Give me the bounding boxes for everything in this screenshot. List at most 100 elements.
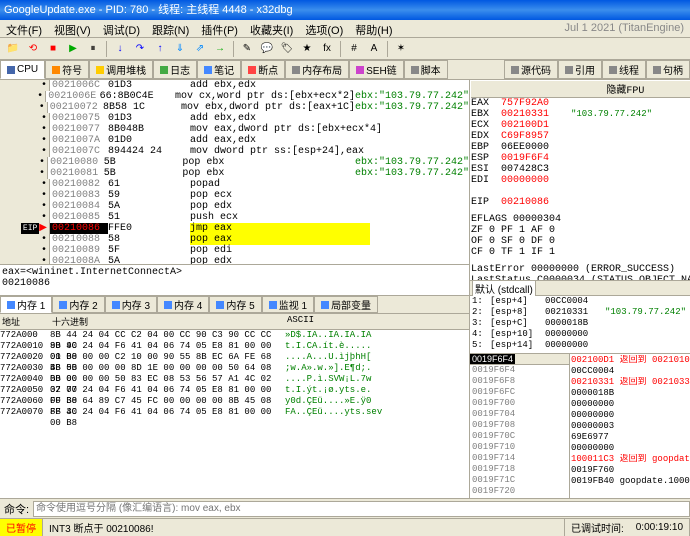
- tab-句柄[interactable]: 句柄: [646, 60, 690, 79]
- dump-view[interactable]: 地址 十六进制 ASCII 772A0008B 44 24 04 CC C2 0…: [0, 314, 469, 498]
- dump-tab-5[interactable]: 监视 1: [262, 296, 314, 313]
- dump-tab-2[interactable]: 内存 3: [105, 296, 157, 313]
- menu-trace[interactable]: 跟踪(N): [146, 20, 195, 37]
- calling-convention-label[interactable]: 默认 (stdcall): [472, 280, 536, 297]
- tab-内存布局[interactable]: 内存布局: [285, 60, 349, 79]
- stack-value-row[interactable]: 00000000: [571, 443, 690, 454]
- dump-row[interactable]: 772A00708B 4C 24 04 F6 41 04 06 74 05 E8…: [0, 407, 469, 418]
- stack-value-row[interactable]: 0000018B: [571, 388, 690, 399]
- patches-button[interactable]: ✎: [238, 40, 256, 58]
- dump-row[interactable]: 772A004000 00 00 00 50 83 EC 08 53 56 57…: [0, 374, 469, 385]
- register-EAX[interactable]: EAX757F92A0: [471, 98, 690, 109]
- registers-view[interactable]: 隐藏FPU EAX757F92A0EBX00210331"103.79.77.2…: [470, 80, 690, 280]
- comments-button[interactable]: 💬: [258, 40, 276, 58]
- menu-plugins[interactable]: 插件(P): [195, 20, 244, 37]
- pause-button[interactable]: ⏸: [84, 40, 102, 58]
- trace-into-button[interactable]: ⇓: [171, 40, 189, 58]
- stack-value-row[interactable]: 100011C3 返回到 goopdate.100011C1 自 ???: [571, 454, 690, 465]
- fpu-toggle[interactable]: 隐藏FPU: [471, 81, 690, 98]
- functions-button[interactable]: fx: [318, 40, 336, 58]
- disasm-row[interactable]: •0021008858pop eax: [0, 234, 469, 245]
- open-button[interactable]: 📁: [4, 40, 22, 58]
- stack-addr-row[interactable]: 0019F718: [470, 464, 569, 475]
- tab-线程[interactable]: 线程: [602, 60, 646, 79]
- dump-tab-3[interactable]: 内存 4: [157, 296, 209, 313]
- stack-addr-row[interactable]: 0019F710: [470, 442, 569, 453]
- run-to-button[interactable]: →: [211, 40, 229, 58]
- tab-引用[interactable]: 引用: [558, 60, 602, 79]
- tab-符号[interactable]: 符号: [45, 60, 89, 79]
- disasm-row[interactable]: •0021008359pop ecx: [0, 190, 469, 201]
- stack-value-row[interactable]: 0019FB40 goopdate.10001A...: [571, 476, 690, 487]
- register-EDX[interactable]: EDXC69F8957: [471, 131, 690, 142]
- dump-row[interactable]: 772A00108B 4C 24 04 F6 41 04 06 74 05 E8…: [0, 341, 469, 352]
- register-ECX[interactable]: ECX002100D1: [471, 120, 690, 131]
- disasm-row[interactable]: •0021006C01D3add ebx,edx: [0, 80, 469, 91]
- stack-addr-view[interactable]: 0019F6F40019F6F80019F6FC0019F7000019F704…: [470, 365, 569, 498]
- menu-file[interactable]: 文件(F): [0, 20, 48, 37]
- disasm-row[interactable]: •002100845Apop edx: [0, 201, 469, 212]
- disasm-row[interactable]: •002100815Bpop ebxebx:"103.79.77.242": [0, 168, 469, 179]
- stack-value-row[interactable]: 00CC0004: [571, 366, 690, 377]
- disasm-row[interactable]: EIP▶00210086FFE0jmp eax: [0, 223, 469, 234]
- register-[interactable]: [471, 186, 690, 197]
- stack-addr-row[interactable]: 0019F71C: [470, 475, 569, 486]
- step-into-button[interactable]: ↓: [111, 40, 129, 58]
- register-EBP[interactable]: EBP06EE0000: [471, 142, 690, 153]
- register-ESI[interactable]: ESI007428C3: [471, 164, 690, 175]
- disasm-row[interactable]: •0021007501D3add ebx,edx: [0, 113, 469, 124]
- tab-调用堆栈[interactable]: 调用堆栈: [89, 60, 153, 79]
- disasm-row[interactable]: •0021007A01D0add eax,edx: [0, 135, 469, 146]
- disasm-row[interactable]: •0021008A5Apop edx: [0, 256, 469, 264]
- trace-over-button[interactable]: ⇗: [191, 40, 209, 58]
- stack-addr-row[interactable]: 0019F6FC: [470, 387, 569, 398]
- step-over-button[interactable]: ↷: [131, 40, 149, 58]
- param-row[interactable]: 2:[esp+8]00210331"103.79.77.242": [470, 307, 690, 318]
- disassembly-view[interactable]: •0021006C01D3add ebx,edx•0021006E66:8B0C…: [0, 80, 469, 264]
- graph-button[interactable]: ✶: [392, 40, 410, 58]
- stack-addr-row[interactable]: 0019F704: [470, 409, 569, 420]
- disasm-row[interactable]: •0021008551push ecx: [0, 212, 469, 223]
- tab-CPU[interactable]: CPU: [0, 60, 45, 79]
- tab-笔记[interactable]: 笔记: [197, 60, 241, 79]
- stack-addr-row[interactable]: 0019F708: [470, 420, 569, 431]
- tab-SEH链[interactable]: SEH链: [349, 60, 404, 79]
- dump-row[interactable]: 772A002001 00 00 00 C2 10 00 90 55 8B EC…: [0, 352, 469, 363]
- command-input[interactable]: [33, 501, 690, 517]
- stack-addr-row[interactable]: 0019F700: [470, 398, 569, 409]
- params-view[interactable]: 1:[esp+4]00CC00042:[esp+8]00210331"103.7…: [470, 296, 690, 354]
- menu-help[interactable]: 帮助(H): [349, 20, 398, 37]
- disasm-row[interactable]: •002100778B048Bmov eax,dword ptr ds:[ebx…: [0, 124, 469, 135]
- stack-value-row[interactable]: 002100D1 返回到 00210100 自 ???: [571, 355, 690, 366]
- stack-value-row[interactable]: 00000000: [571, 410, 690, 421]
- disasm-row[interactable]: •0021008261popad: [0, 179, 469, 190]
- param-row[interactable]: 4:[esp+10]00000000: [470, 329, 690, 340]
- dump-tab-4[interactable]: 内存 5: [209, 296, 261, 313]
- calc-button[interactable]: A: [365, 40, 383, 58]
- register-ESP[interactable]: ESP0019F6F4: [471, 153, 690, 164]
- stack-addr-row[interactable]: 0019F720: [470, 486, 569, 497]
- labels-button[interactable]: 🏷: [278, 40, 296, 58]
- dump-row[interactable]: 772A0008B 44 24 04 CC C2 04 00 CC 90 C3 …: [0, 330, 469, 341]
- stack-addr-row[interactable]: 0019F6F8: [470, 376, 569, 387]
- disasm-row[interactable]: •0021006E66:8B0C4Emov cx,word ptr ds:[eb…: [0, 91, 469, 102]
- stack-value-row[interactable]: 0019F760: [571, 465, 690, 476]
- stack-addr-row[interactable]: 0019F6F4: [470, 365, 569, 376]
- param-row[interactable]: 3:[esp+C]0000018B: [470, 318, 690, 329]
- stack-addr-row[interactable]: 0019F70C: [470, 431, 569, 442]
- menu-view[interactable]: 视图(V): [48, 20, 97, 37]
- menu-debug[interactable]: 调试(D): [97, 20, 146, 37]
- tab-断点[interactable]: 断点: [241, 60, 285, 79]
- stack-value-row[interactable]: 00210331 返回到 00210331 自 0021008A: [571, 377, 690, 388]
- tab-源代码[interactable]: 源代码: [504, 60, 558, 79]
- run-button[interactable]: ▶: [64, 40, 82, 58]
- menu-favorites[interactable]: 收藏夹(I): [244, 20, 299, 37]
- stack-value-row[interactable]: 00000003: [571, 421, 690, 432]
- stack-addr-row[interactable]: 0019F714: [470, 453, 569, 464]
- disasm-row[interactable]: •002100805Bpop ebxebx:"103.79.77.242": [0, 157, 469, 168]
- tab-脚本[interactable]: 脚本: [404, 60, 448, 79]
- param-row[interactable]: 5:[esp+14]00000000: [470, 340, 690, 351]
- bookmarks-button[interactable]: ★: [298, 40, 316, 58]
- dump-tab-0[interactable]: 内存 1: [0, 296, 52, 313]
- stop-button[interactable]: ■: [44, 40, 62, 58]
